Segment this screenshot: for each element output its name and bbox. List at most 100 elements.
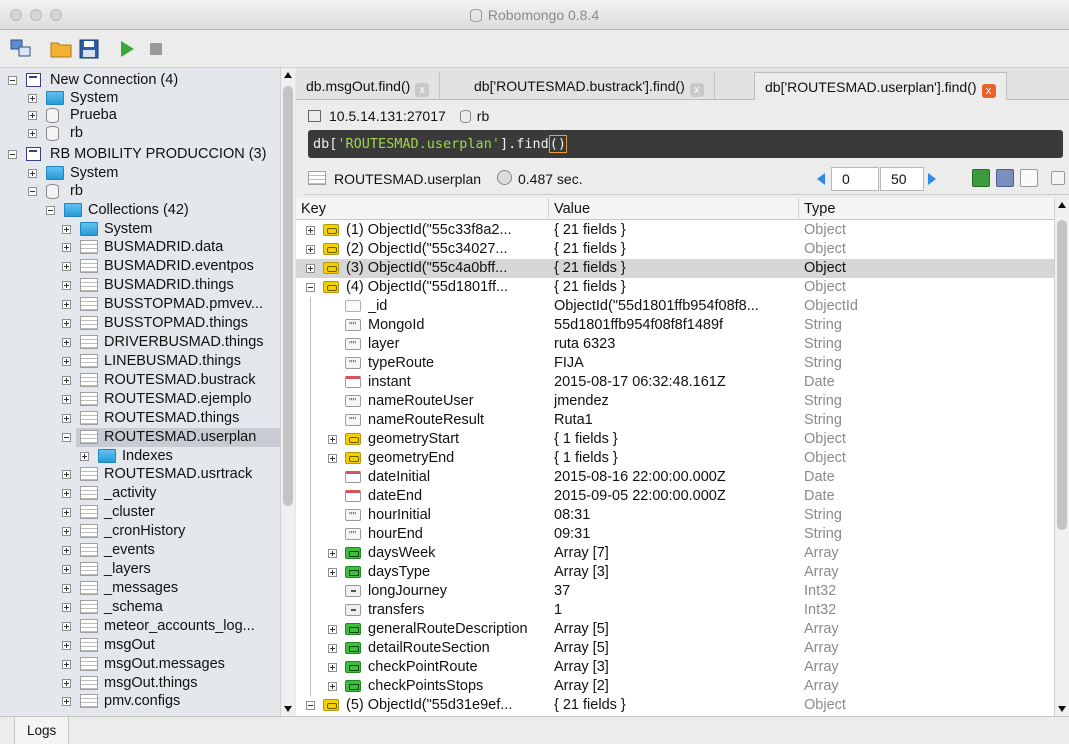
- expand-icon[interactable]: [62, 622, 71, 631]
- collapse-icon[interactable]: [8, 150, 17, 159]
- tree-item[interactable]: ROUTESMAD.things: [0, 409, 280, 428]
- tree-item[interactable]: BUSSTOPMAD.things: [0, 314, 280, 333]
- field-row[interactable]: daysWeek Array [7] Array: [296, 544, 1054, 563]
- expand-icon[interactable]: [62, 243, 71, 252]
- field-row[interactable]: nameRouteResult Ruta1 String: [296, 411, 1054, 431]
- tree-item[interactable]: _cronHistory: [0, 522, 280, 541]
- field-row[interactable]: generalRouteDescription Array [5] Array: [296, 620, 1054, 639]
- expand-icon[interactable]: [306, 245, 315, 254]
- tree-item[interactable]: BUSMADRID.things: [0, 276, 280, 295]
- scrollbar-thumb[interactable]: [1057, 220, 1067, 530]
- scroll-down-icon[interactable]: [1058, 706, 1066, 712]
- column-type[interactable]: Type: [799, 198, 1054, 220]
- expand-icon[interactable]: [62, 414, 71, 423]
- tree-item[interactable]: msgOut: [0, 636, 280, 655]
- save-icon[interactable]: [78, 38, 100, 60]
- field-row[interactable]: layer ruta 6323 String: [296, 335, 1054, 355]
- stop-icon[interactable]: [145, 38, 167, 60]
- expand-icon[interactable]: [62, 262, 71, 271]
- expand-icon[interactable]: [328, 682, 337, 691]
- tree-item[interactable]: msgOut.things: [0, 674, 280, 693]
- expand-icon[interactable]: [62, 527, 71, 536]
- tree-item[interactable]: _schema: [0, 598, 280, 617]
- maximize-icon[interactable]: [1051, 171, 1065, 185]
- tree-item[interactable]: _messages: [0, 579, 280, 598]
- tree-item[interactable]: ROUTESMAD.ejemplo: [0, 390, 280, 409]
- close-tab-icon[interactable]: x: [689, 83, 704, 97]
- expand-icon[interactable]: [328, 549, 337, 558]
- tree-item[interactable]: Indexes: [0, 447, 280, 466]
- collapse-icon[interactable]: [28, 187, 37, 196]
- field-row[interactable]: geometryEnd { 1 fields } Object: [296, 449, 1054, 468]
- document-row[interactable]: (5) ObjectId("55d31e9ef... { 21 fields } O…: [296, 696, 1054, 715]
- field-row[interactable]: dateEnd 2015-09-05 22:00:00.000Z Date: [296, 487, 1054, 506]
- tree-item[interactable]: BUSSTOPMAD.pmvev...: [0, 295, 280, 314]
- query-tab[interactable]: db.msgOut.find() x: [296, 72, 441, 100]
- open-icon[interactable]: [50, 38, 72, 60]
- field-row[interactable]: longJourney 37 Int32: [296, 582, 1054, 601]
- scrollbar-thumb[interactable]: [283, 86, 293, 506]
- field-row[interactable]: MongoId 55d1801ffb954f08f8f1489f String: [296, 316, 1054, 336]
- field-row[interactable]: daysType Array [3] Array: [296, 563, 1054, 582]
- expand-icon[interactable]: [62, 679, 71, 688]
- query-editor[interactable]: db['ROUTESMAD.userplan'].find(): [308, 130, 1063, 158]
- expand-icon[interactable]: [62, 470, 71, 479]
- expand-icon[interactable]: [62, 357, 71, 366]
- close-tab-icon[interactable]: x: [415, 83, 430, 97]
- field-row[interactable]: checkPointsStops Array [2] Array: [296, 677, 1054, 696]
- table-view-icon[interactable]: [996, 169, 1014, 187]
- close-tab-icon[interactable]: x: [981, 84, 996, 98]
- document-row[interactable]: (2) ObjectId("55c34027... { 21 fields } Ob…: [296, 240, 1054, 259]
- expand-icon[interactable]: [62, 395, 71, 404]
- expand-icon[interactable]: [62, 546, 71, 555]
- tree-item[interactable]: BUSMADRID.eventpos: [0, 257, 280, 276]
- field-row[interactable]: nameRouteUser jmendez String: [296, 392, 1054, 412]
- collapse-icon[interactable]: [62, 433, 71, 442]
- tree-item[interactable]: System: [0, 220, 280, 239]
- expand-icon[interactable]: [62, 584, 71, 593]
- field-row[interactable]: dateInitial 2015-08-16 22:00:00.000Z Date: [296, 468, 1054, 487]
- document-row[interactable]: (4) ObjectId("55d1801ff... { 21 fields } O…: [296, 278, 1054, 297]
- scroll-up-icon[interactable]: [1058, 202, 1066, 208]
- collapse-icon[interactable]: [306, 283, 315, 292]
- expand-icon[interactable]: [28, 129, 37, 138]
- expand-icon[interactable]: [328, 625, 337, 634]
- expand-icon[interactable]: [306, 226, 315, 235]
- expand-icon[interactable]: [328, 644, 337, 653]
- scroll-down-icon[interactable]: [284, 706, 292, 712]
- field-row[interactable]: geometryStart { 1 fields } Object: [296, 430, 1054, 449]
- expand-icon[interactable]: [28, 94, 37, 103]
- field-row[interactable]: instant 2015-08-17 06:32:48.161Z Date: [296, 373, 1054, 392]
- expand-icon[interactable]: [62, 319, 71, 328]
- tree-item[interactable]: rb: [0, 182, 280, 201]
- expand-icon[interactable]: [62, 338, 71, 347]
- tree-item[interactable]: BUSMADRID.data: [0, 238, 280, 257]
- tree-item[interactable]: ROUTESMAD.bustrack: [0, 371, 280, 390]
- expand-icon[interactable]: [62, 565, 71, 574]
- execute-icon[interactable]: [116, 38, 138, 60]
- expand-icon[interactable]: [328, 663, 337, 672]
- expand-icon[interactable]: [62, 489, 71, 498]
- expand-icon[interactable]: [62, 508, 71, 517]
- tree-item[interactable]: msgOut.messages: [0, 655, 280, 674]
- previous-page-icon[interactable]: [817, 173, 825, 185]
- grid-scrollbar[interactable]: [1054, 198, 1069, 716]
- collapse-icon[interactable]: [306, 701, 315, 710]
- field-row[interactable]: _id ObjectId("55d1801ffb954f08f8... Object…: [296, 297, 1054, 316]
- tree-item[interactable]: _events: [0, 541, 280, 560]
- document-row[interactable]: (3) ObjectId("55c4a0bff... { 21 fields } O…: [296, 259, 1054, 278]
- expand-icon[interactable]: [62, 697, 71, 706]
- expand-icon[interactable]: [328, 435, 337, 444]
- tree-item[interactable]: New Connection (4): [0, 71, 280, 90]
- column-value[interactable]: Value: [549, 198, 799, 220]
- expand-icon[interactable]: [28, 169, 37, 178]
- limit-input[interactable]: 50: [880, 167, 924, 191]
- expand-icon[interactable]: [80, 452, 89, 461]
- tree-item[interactable]: Prueba: [0, 106, 280, 125]
- expand-icon[interactable]: [306, 264, 315, 273]
- expand-icon[interactable]: [62, 376, 71, 385]
- tree-item[interactable]: ROUTESMAD.userplan: [62, 428, 280, 447]
- field-row[interactable]: transfers 1 Int32: [296, 601, 1054, 620]
- tree-item[interactable]: meteor_accounts_log...: [0, 617, 280, 636]
- tree-item[interactable]: LINEBUSMAD.things: [0, 352, 280, 371]
